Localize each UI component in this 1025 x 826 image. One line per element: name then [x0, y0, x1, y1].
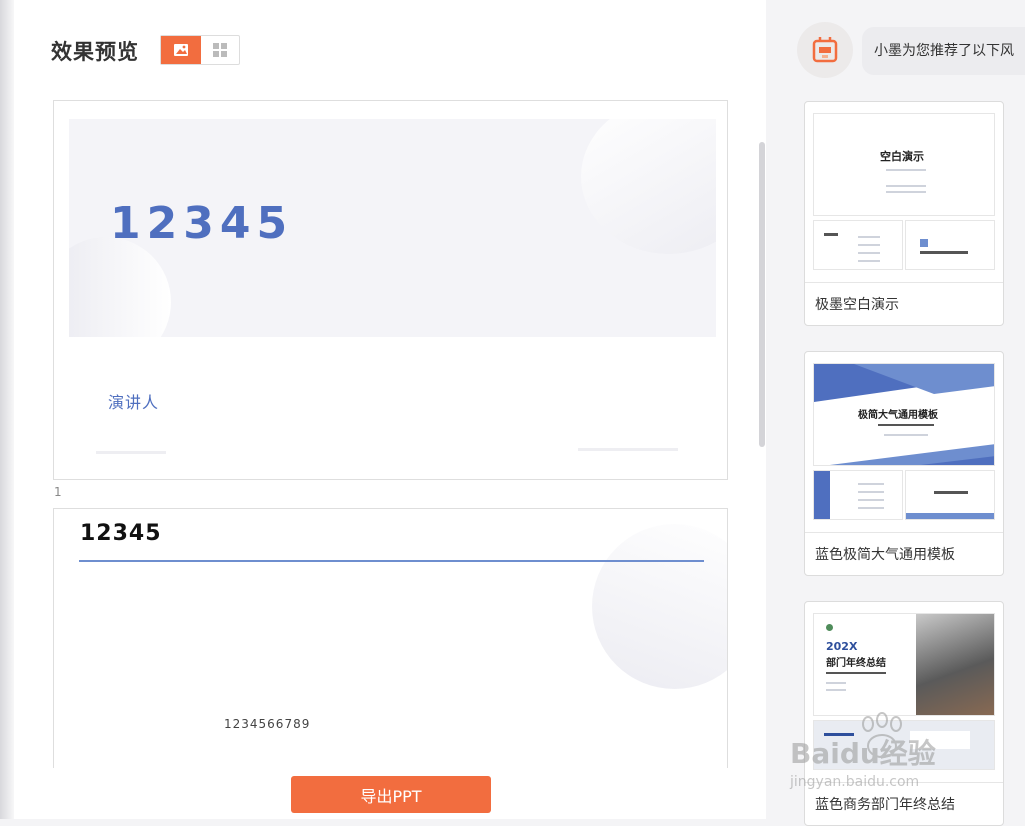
thumbnail-line [826, 682, 846, 684]
thumbnail-line [826, 689, 846, 691]
thumbnail-line [858, 483, 884, 485]
decor-circle [592, 524, 727, 689]
thumbnail-block [906, 513, 994, 519]
scrollbar-thumb[interactable] [759, 142, 765, 447]
decor-line [96, 451, 166, 454]
thumbnail-line [858, 244, 880, 246]
panel-shadow [0, 0, 14, 819]
thumbnail-line [886, 169, 926, 171]
thumbnail-line [878, 424, 934, 426]
thumbnail-line [826, 672, 886, 674]
grid-icon [213, 43, 227, 57]
page-title: 效果预览 [51, 40, 139, 64]
card-divider [805, 532, 1003, 533]
slide-2[interactable]: 12345 1234566789 [53, 508, 728, 768]
image-icon [174, 44, 188, 56]
slide-speaker: 演讲人 [108, 393, 160, 412]
template-name: 蓝色极简大气通用模板 [815, 547, 955, 563]
thumbnail-title: 部门年终总结 [826, 658, 886, 669]
template-page-thumbnail [813, 220, 903, 270]
thumbnail-title: 极简大气通用模板 [858, 410, 938, 421]
slide-title: 12345 [80, 521, 162, 546]
template-cover-thumbnail: 202X 部门年终总结 [813, 613, 995, 716]
watermark-url: jingyan.baidu.com [790, 774, 920, 790]
thumbnail-photo [916, 614, 994, 715]
template-card-blank[interactable]: 空白演示 极墨空白演示 [804, 101, 1004, 326]
robot-icon [812, 37, 838, 63]
thumbnail-line [886, 185, 926, 187]
template-page-thumbnail [905, 220, 995, 270]
card-divider [805, 282, 1003, 283]
thumbnail-block [814, 471, 830, 519]
decor-line [578, 448, 678, 451]
thumbnail-dot [826, 624, 833, 631]
slide-body-text: 1234566789 [224, 717, 311, 731]
template-page-thumbnail [813, 470, 903, 520]
single-view-button[interactable] [161, 36, 201, 64]
thumbnail-line [934, 491, 968, 494]
thumbnail-line [858, 499, 884, 501]
title-underline [79, 560, 704, 562]
template-cover-thumbnail: 空白演示 [813, 113, 995, 216]
baidu-watermark: Baidu经验 jingyan.baidu.com [790, 712, 990, 802]
thumbnail-line [884, 434, 928, 436]
thumbnail-year: 202X [826, 640, 858, 653]
slide-page-number: 1 [54, 485, 62, 499]
thumbnail-line [858, 507, 884, 509]
thumbnail-title: 空白演示 [880, 150, 924, 163]
assistant-avatar [797, 22, 853, 78]
export-ppt-button[interactable]: 导出PPT [291, 776, 491, 813]
template-card-blue-minimal[interactable]: 极简大气通用模板 蓝色极简大气通用模板 [804, 351, 1004, 576]
thumbnail-line [824, 233, 838, 236]
thumbnail-line [920, 251, 968, 254]
thumbnail-block [920, 239, 928, 247]
template-page-thumbnail [905, 470, 995, 520]
template-name: 极墨空白演示 [815, 297, 899, 313]
slide-title: 12345 [110, 198, 294, 249]
thumbnail-line [886, 191, 926, 193]
thumbnail-line [858, 260, 880, 262]
watermark-brand: Baidu经验 [790, 737, 936, 770]
slide-1[interactable]: 12345 演讲人 [53, 100, 728, 480]
decor-circle [581, 119, 716, 254]
thumbnail-line [858, 252, 880, 254]
view-mode-toggle [160, 35, 240, 65]
template-cover-thumbnail: 极简大气通用模板 [813, 363, 995, 466]
thumbnail-line [858, 236, 880, 238]
assistant-message: 小墨为您推荐了以下风 [862, 27, 1025, 75]
grid-view-button[interactable] [201, 36, 239, 64]
decor-circle [69, 237, 171, 337]
thumbnail-line [858, 491, 884, 493]
preview-panel: 效果预览 12345 演讲人 1 12345 1234566789 导出PPT [14, 0, 766, 819]
